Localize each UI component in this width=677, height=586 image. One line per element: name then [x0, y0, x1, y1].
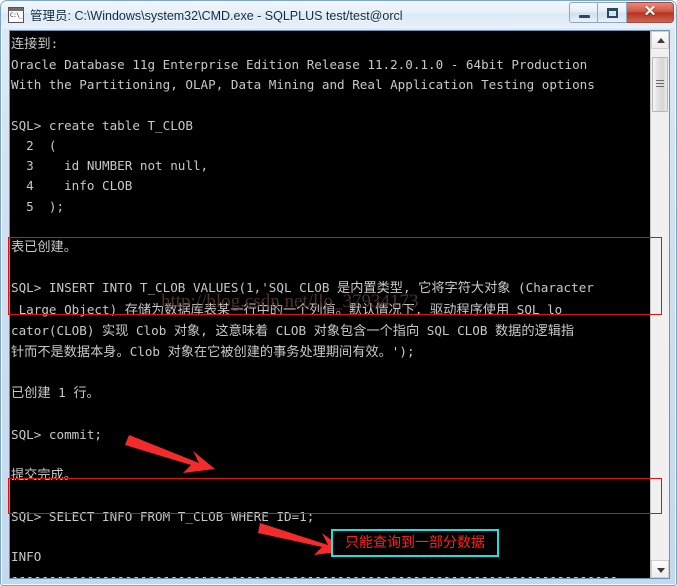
annotation-note-box: 只能查询到一部分数据 [331, 529, 499, 557]
scroll-up-button[interactable] [651, 31, 669, 49]
console-text: 连接到: Oracle Database 11g Enterprise Edit… [11, 36, 618, 578]
title-bar[interactable]: 管理员: C:\Windows\system32\CMD.exe - SQLPL… [1, 1, 676, 28]
close-button[interactable]: ✕ [627, 2, 674, 23]
scrollbar-thumb[interactable] [652, 57, 668, 112]
window-title: 管理员: C:\Windows\system32\CMD.exe - SQLPL… [30, 9, 403, 23]
maximize-icon [607, 8, 618, 18]
scroll-down-button[interactable] [651, 560, 669, 578]
scroll-up-arrow-icon [657, 38, 665, 43]
caption-buttons: ✕ [569, 2, 674, 23]
maximize-button[interactable] [598, 2, 627, 23]
scrollbar-grip-icon [656, 80, 664, 88]
vertical-scrollbar[interactable] [650, 31, 669, 578]
console-output[interactable]: 连接到: Oracle Database 11g Enterprise Edit… [10, 31, 650, 578]
console-window: 管理员: C:\Windows\system32\CMD.exe - SQLPL… [0, 0, 677, 586]
scroll-down-arrow-icon [657, 568, 665, 573]
minimize-button[interactable] [569, 2, 598, 23]
cmd-icon [8, 6, 24, 23]
close-icon: ✕ [643, 4, 657, 20]
minimize-icon [579, 15, 590, 18]
console-client-area: 连接到: Oracle Database 11g Enterprise Edit… [9, 30, 670, 579]
